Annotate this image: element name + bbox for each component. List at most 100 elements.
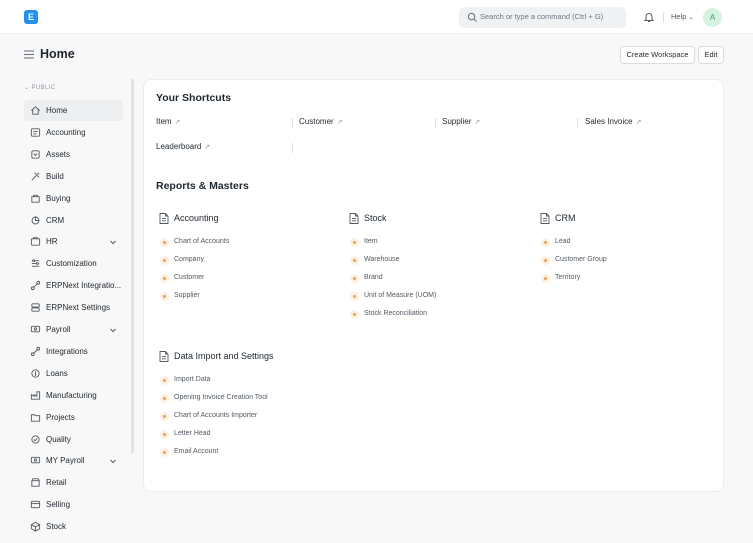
report-group-title: Data Import and Settings — [174, 351, 274, 361]
shortcut-label: Supplier — [442, 117, 472, 126]
bullet-dot-icon — [160, 412, 169, 422]
integration-icon — [30, 281, 41, 291]
bullet-dot-icon — [160, 394, 169, 404]
sidebar-item-selling[interactable]: Selling — [24, 494, 123, 515]
report-link-customer-group[interactable]: Customer Group — [541, 256, 607, 266]
chevron-down-icon[interactable] — [109, 457, 117, 465]
report-group-title: Stock — [364, 213, 387, 223]
sidebar-item-label: Customization — [46, 259, 97, 269]
report-link-brand[interactable]: Brand — [350, 274, 383, 284]
sidebar-item-build[interactable]: Build — [24, 166, 123, 187]
report-link-label: Brand — [364, 274, 383, 282]
app-logo[interactable]: E — [24, 10, 38, 24]
report-link-email-account[interactable]: Email Account — [160, 448, 218, 458]
buying-icon — [31, 194, 40, 203]
sidebar-scrollbar[interactable] — [131, 79, 134, 453]
sidebar-item-my-payroll[interactable]: MY Payroll — [24, 450, 123, 471]
sidebar-item-integrations[interactable]: Integrations — [24, 341, 123, 362]
sidebar-item-buying[interactable]: Buying — [24, 188, 123, 209]
search-bar[interactable]: Search or type a command (Ctrl + G) — [459, 7, 626, 28]
report-link-supplier[interactable]: Supplier — [160, 292, 200, 302]
report-link-warehouse[interactable]: Warehouse — [350, 256, 400, 266]
sidebar-item-erpnext-settings[interactable]: ERPNext Settings — [24, 297, 123, 318]
bullet-dot-icon — [160, 238, 169, 247]
report-link-letter-head[interactable]: Letter Head — [160, 430, 211, 440]
sidebar-item-home[interactable]: Home — [24, 100, 123, 121]
arrow-up-right-icon: ↗ — [174, 119, 181, 126]
chevron-down-icon[interactable] — [109, 326, 117, 334]
report-link-lead[interactable]: Lead — [541, 238, 571, 247]
report-link-company[interactable]: Company — [160, 256, 204, 266]
sidebar-item-manufacturing[interactable]: Manufacturing — [24, 385, 123, 406]
payroll-icon — [30, 457, 41, 464]
sidebar-item-assets[interactable]: Assets — [24, 144, 123, 165]
sidebar-item-label: Accounting — [46, 127, 86, 137]
report-link-chart-of-accounts-importer[interactable]: Chart of Accounts Importer — [160, 412, 257, 422]
report-link-label: Customer Group — [555, 256, 607, 264]
report-link-customer[interactable]: Customer — [160, 274, 204, 284]
sidebar-item-erpnext-integratio[interactable]: ERPNext Integratio... — [24, 275, 123, 296]
tools-icon — [31, 172, 40, 181]
report-group-data-import-and-settings: Data Import and Settings — [159, 351, 274, 362]
projects-icon — [30, 413, 41, 422]
navbar: E Search or type a command (Ctrl + G) He… — [0, 0, 753, 34]
sidebar-item-loans[interactable]: Loans — [24, 363, 123, 384]
sidebar-item-retail[interactable]: Retail — [24, 472, 123, 493]
sidebar-item-stock[interactable]: Stock — [24, 516, 123, 537]
search-placeholder: Search or type a command (Ctrl + G) — [480, 12, 604, 21]
bullet-dot-icon — [160, 448, 169, 458]
sidebar-item-quality[interactable]: Quality — [24, 429, 123, 450]
shortcut-leaderboard[interactable]: Leaderboard ↗ — [156, 142, 210, 151]
chevron-down-icon: ⌄ — [24, 85, 30, 91]
sidebar-item-accounting[interactable]: Accounting — [24, 122, 123, 143]
sidebar-item-crm[interactable]: CRM — [24, 210, 123, 231]
sidebar-toggle-icon[interactable] — [24, 50, 34, 59]
report-group-title: Accounting — [174, 213, 219, 223]
bullet-dot-icon — [350, 238, 359, 247]
bullet-dot-icon — [160, 376, 169, 385]
shortcut-divider — [435, 118, 436, 128]
report-link-opening-invoice-creation-tool[interactable]: Opening Invoice Creation Tool — [160, 394, 268, 404]
hr-icon — [30, 237, 41, 247]
help-dropdown[interactable]: Help ⌄ — [671, 12, 694, 21]
report-link-chart-of-accounts[interactable]: Chart of Accounts — [160, 238, 229, 247]
edit-button[interactable]: Edit — [698, 46, 724, 64]
report-link-import-data[interactable]: Import Data — [160, 376, 211, 385]
report-link-item[interactable]: Item — [350, 238, 378, 247]
document-icon — [159, 213, 169, 224]
sidebar-item-label: Selling — [46, 500, 71, 510]
shortcut-supplier[interactable]: Supplier ↗ — [442, 117, 480, 126]
sidebar-item-payroll[interactable]: Payroll — [24, 319, 123, 340]
avatar[interactable]: A — [703, 8, 722, 27]
sidebar-item-label: Retail — [46, 478, 67, 488]
quality-icon — [31, 434, 40, 444]
home-icon — [31, 106, 40, 115]
sidebar-item-label: Buying — [46, 193, 71, 203]
sidebar-item-projects[interactable]: Projects — [24, 407, 123, 428]
bullet-dot-icon — [350, 256, 359, 266]
bullet-dot-icon — [350, 274, 359, 284]
shortcut-sales-invoice[interactable]: Sales Invoice ↗ — [585, 117, 641, 126]
create-workspace-button[interactable]: Create Workspace — [620, 46, 695, 64]
shortcut-label: Item — [156, 117, 172, 126]
notification-bell-icon[interactable] — [643, 11, 655, 23]
sidebar-item-hr[interactable]: HR — [24, 231, 123, 252]
sidebar-item-label: Home — [46, 106, 68, 115]
bullet-dot-icon — [160, 274, 169, 284]
crm-icon — [31, 216, 40, 224]
report-link-label: Unit of Measure (UOM) — [364, 292, 437, 300]
report-link-stock-reconciliation[interactable]: Stock Reconciliation — [350, 310, 428, 320]
report-link-territory[interactable]: Territory — [541, 274, 580, 284]
arrow-up-right-icon: ↗ — [336, 119, 343, 126]
sidebar-section-label[interactable]: ⌄ PUBLIC — [24, 84, 56, 91]
report-link-label: Stock Reconciliation — [364, 310, 428, 318]
sidebar-item-customization[interactable]: Customization — [24, 253, 123, 274]
shortcut-item[interactable]: Item ↗ — [156, 117, 180, 126]
shortcut-customer[interactable]: Customer ↗ — [299, 117, 343, 126]
report-link-label: Supplier — [174, 292, 200, 300]
sidebar-item-label: CRM — [46, 215, 65, 225]
report-link-label: Opening Invoice Creation Tool — [174, 394, 268, 402]
payroll-icon — [30, 325, 41, 333]
chevron-down-icon[interactable] — [109, 238, 117, 246]
report-link-unit-of-measure-uom[interactable]: Unit of Measure (UOM) — [350, 292, 437, 302]
